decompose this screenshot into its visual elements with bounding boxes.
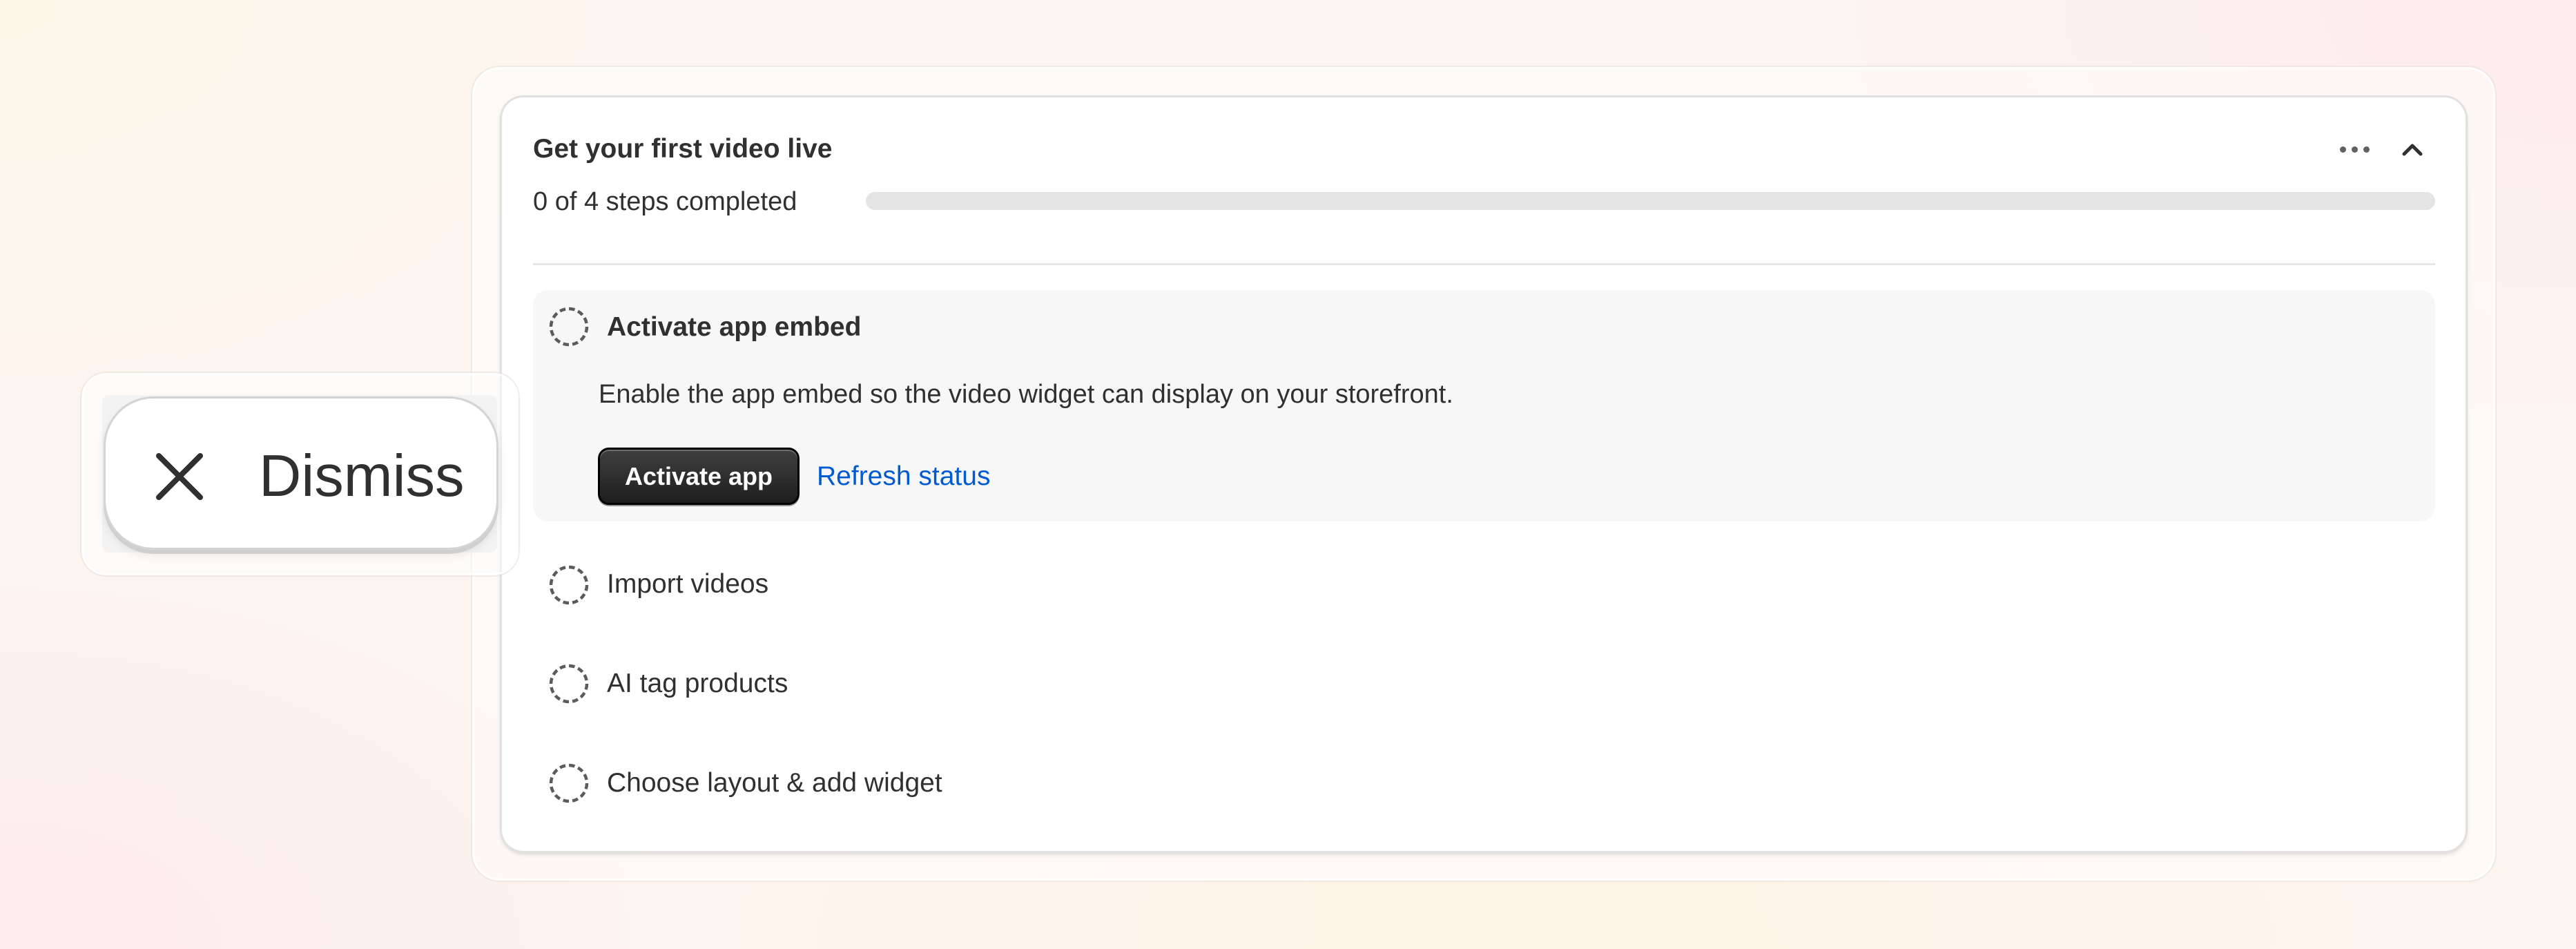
dashed-circle-icon[interactable] (548, 564, 590, 606)
ellipsis-icon (2339, 146, 2346, 153)
progress-bar (866, 192, 2435, 210)
divider (533, 263, 2435, 265)
dashed-circle-icon[interactable] (548, 663, 590, 704)
step-title[interactable]: Activate app embed (607, 309, 861, 345)
dashed-circle-icon[interactable] (548, 763, 590, 804)
ellipsis-dot (2351, 146, 2358, 153)
step-description: Enable the app embed so the video widget… (599, 380, 1453, 409)
step-item-choose-layout[interactable]: Choose layout & add widget (607, 765, 942, 801)
more-actions-button[interactable] (2334, 135, 2375, 163)
refresh-status-link[interactable]: Refresh status (817, 459, 990, 495)
dismiss-label[interactable]: Dismiss (259, 442, 464, 511)
card-title: Get your first video live (533, 134, 833, 164)
chevron-up-icon[interactable] (2393, 133, 2432, 166)
progress-label: 0 of 4 steps completed (533, 187, 797, 216)
activate-app-button[interactable]: Activate app (598, 448, 800, 505)
ellipsis-dot (2363, 146, 2370, 153)
step-item-ai-tag-products[interactable]: AI tag products (607, 666, 788, 702)
dashed-circle-icon[interactable] (548, 306, 590, 347)
close-icon[interactable] (152, 449, 207, 504)
step-item-import-videos[interactable]: Import videos (607, 566, 768, 602)
